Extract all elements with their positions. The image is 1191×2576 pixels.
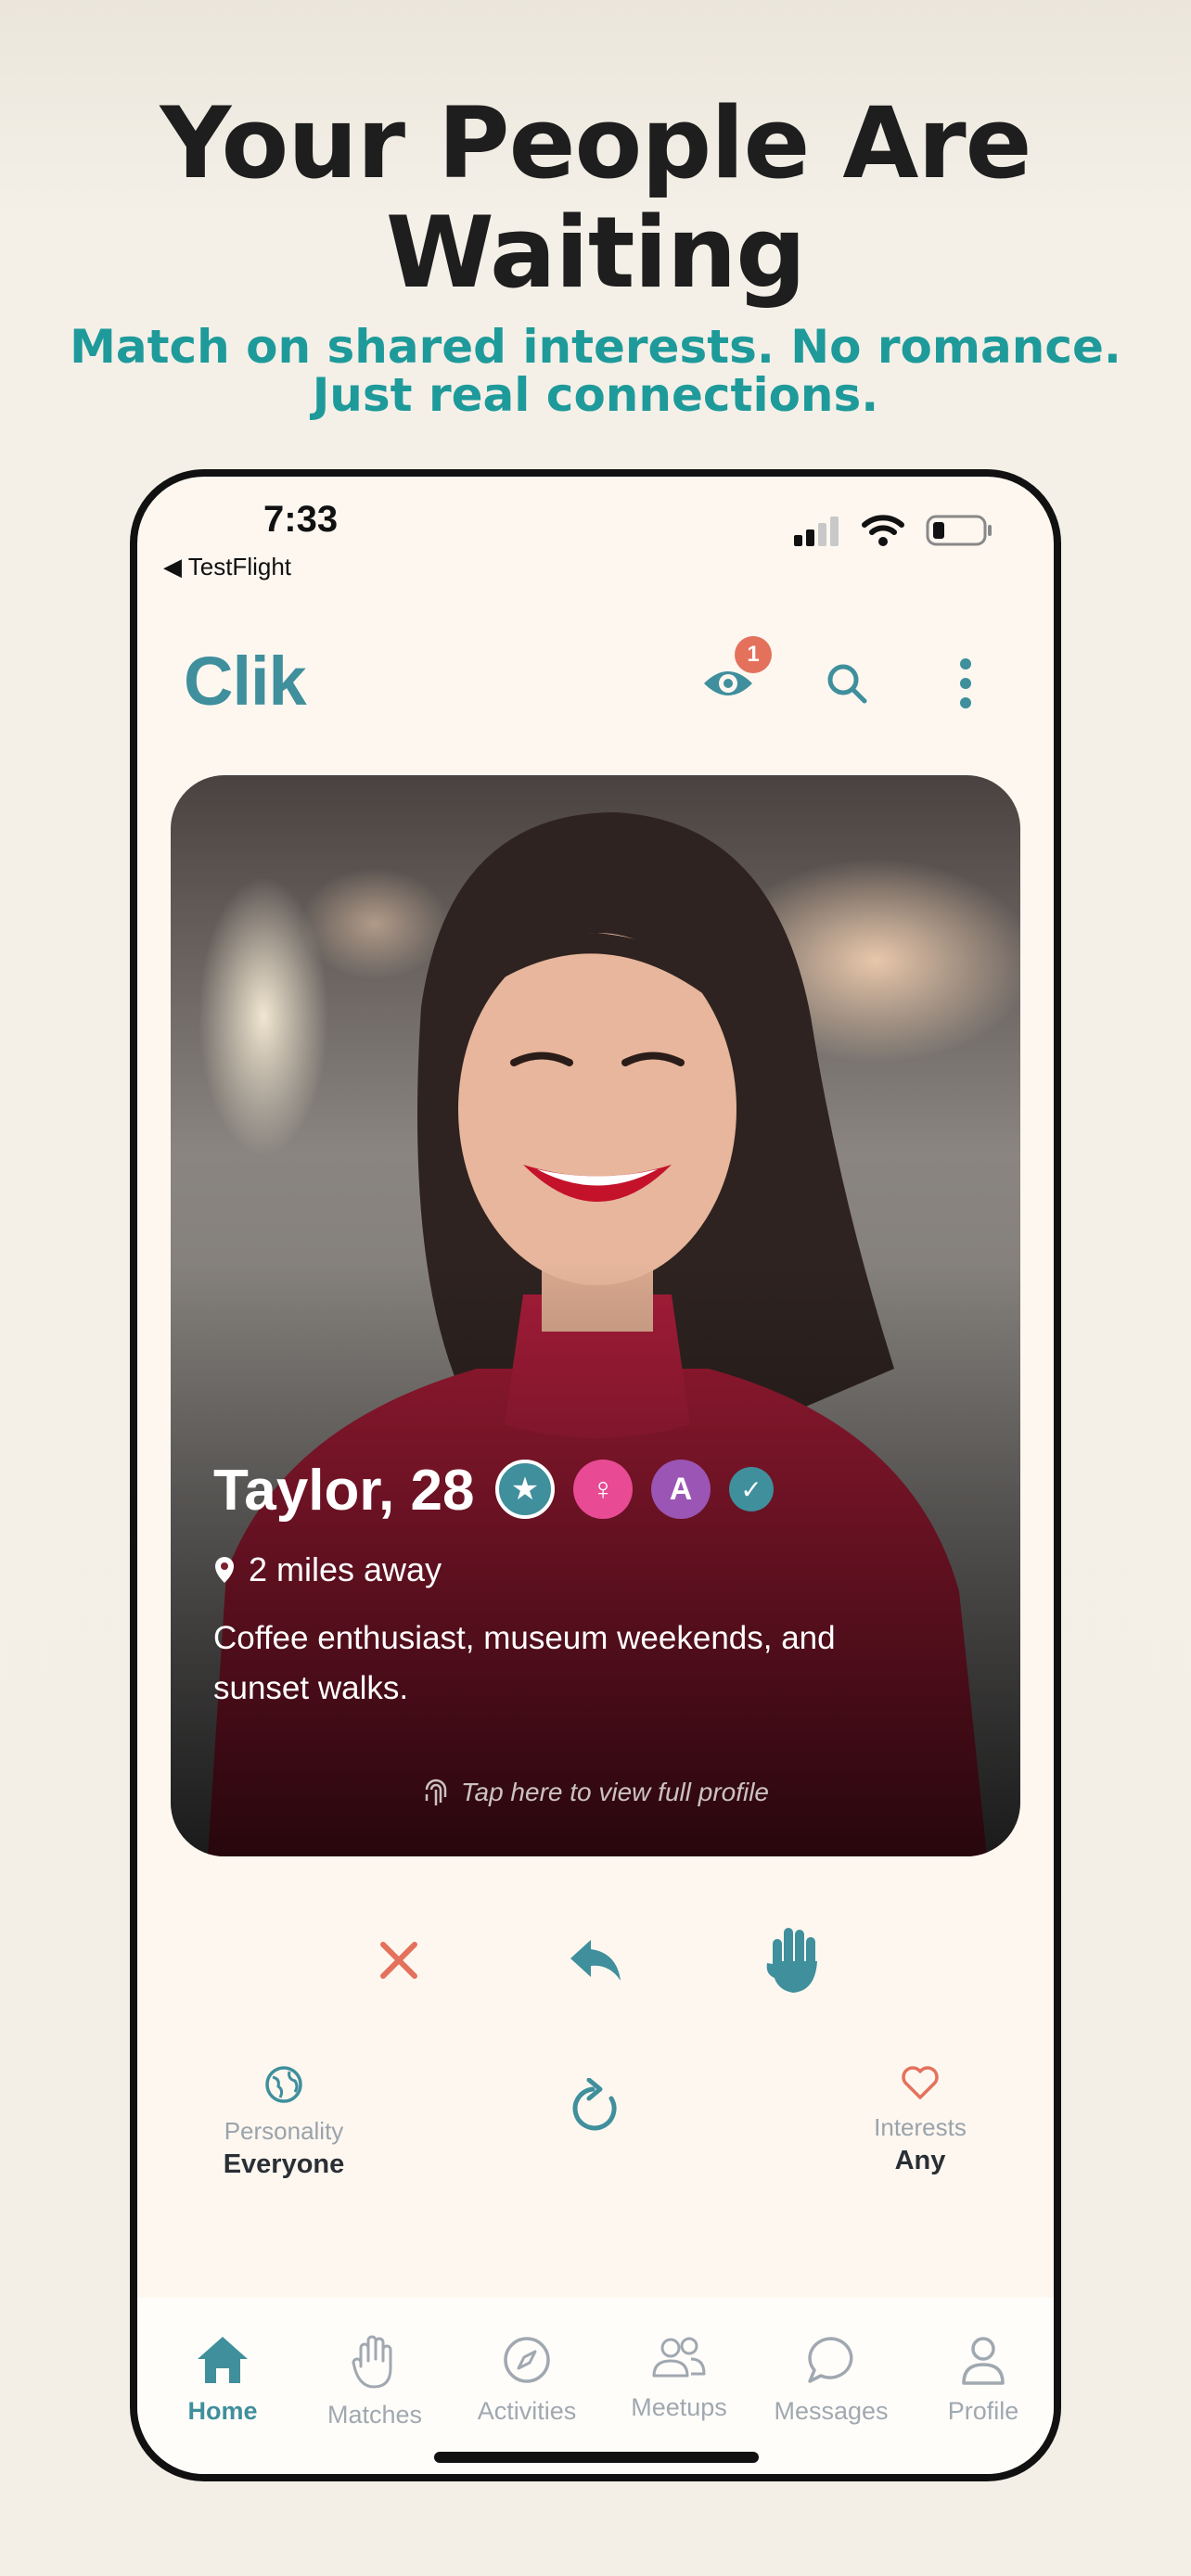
headline-line-2: Waiting [385,196,806,310]
profile-card[interactable]: Taylor, 28 ★ ♀ A ✓ 2 miles away Coffee e… [171,775,1020,1856]
tab-profile-label: Profile [947,2397,1019,2425]
tab-messages[interactable]: Messages [762,2335,901,2426]
personality-filter-value: Everyone [223,2149,345,2179]
tab-meetups-label: Meetups [631,2393,727,2421]
tab-activities-label: Activities [477,2397,577,2425]
female-icon: ♀ [573,1460,633,1519]
battery-icon [926,515,992,546]
location-pin-icon [215,1557,234,1583]
tab-messages-label: Messages [774,2397,889,2425]
undo-button[interactable] [558,1923,633,1997]
tab-matches-label: Matches [327,2401,423,2429]
promo-subline: Match on shared interests. No romance. J… [0,323,1191,419]
home-icon [198,2337,248,2383]
reply-arrow-icon [570,1940,621,1981]
profile-badges: ★ ♀ A ✓ [495,1460,774,1519]
profile-viewers-button[interactable]: 1 [698,636,772,714]
phone-screen: 7:33 ◀ TestFlight Clik 1 Taylor, 28 ★ ♀ … [130,469,1061,2481]
chat-icon [808,2337,853,2383]
distance-text: 2 miles away [249,1550,442,1588]
compass-icon [504,2337,550,2383]
hand-icon [352,2335,392,2389]
viewers-count-badge: 1 [735,636,772,673]
interests-filter-label: Interests [874,2113,967,2141]
profile-bio: Coffee enthusiast, museum weekends, and … [213,1620,836,1706]
wifi-icon [862,515,904,546]
tab-meetups[interactable]: Meetups [609,2335,749,2422]
refresh-icon [572,2078,617,2131]
profile-distance: 2 miles away [213,1550,442,1589]
promo-headline: Your People Are Waiting [0,89,1191,308]
personality-type-badge: A [651,1460,711,1519]
fingerprint-icon [425,1779,447,1805]
person-icon [962,2337,1005,2385]
more-vertical-icon [960,658,971,708]
subline-line-1: Match on shared interests. No romance. [70,320,1121,374]
people-icon [652,2337,706,2378]
pass-button[interactable] [362,1923,436,1997]
personality-filter-label: Personality [224,2117,344,2145]
subline-line-2: Just real connections. [312,368,879,422]
heart-icon [902,2066,939,2099]
interests-filter[interactable]: Interests Any [827,2064,1013,2176]
star-icon: ★ [495,1460,555,1519]
search-icon [827,664,867,704]
globe-icon [265,2066,302,2103]
close-icon [380,1942,417,1979]
headline-line-1: Your People Are [160,86,1031,200]
interests-filter-value: Any [894,2146,946,2175]
home-indicator[interactable] [434,2452,759,2463]
search-button[interactable] [816,653,877,714]
testflight-back-link[interactable]: ◀ TestFlight [163,553,291,581]
tab-matches[interactable]: Matches [305,2335,444,2429]
personality-filter[interactable]: Personality Everyone [191,2064,377,2180]
view-profile-hint[interactable]: Tap here to view full profile [171,1777,1020,1808]
tab-profile[interactable]: Profile [914,2335,1053,2426]
more-options-button[interactable] [935,653,996,714]
verified-check-icon: ✓ [729,1467,774,1511]
tab-home-label: Home [187,2397,258,2425]
wave-button[interactable] [757,1923,831,1997]
hand-icon [766,1928,817,1993]
cellular-signal-icon [794,516,839,546]
status-indicators [792,514,994,547]
hint-text: Tap here to view full profile [460,1778,770,1806]
tab-home[interactable]: Home [153,2335,292,2426]
refresh-button[interactable] [558,2070,633,2144]
status-time: 7:33 [263,499,339,540]
tab-activities[interactable]: Activities [457,2335,596,2426]
app-logo-title: Clik [184,643,307,720]
profile-name-age: Taylor, 28 [213,1459,475,1523]
bottom-tab-bar: Home Matches Activities Meetups Messages… [137,2298,1054,2474]
